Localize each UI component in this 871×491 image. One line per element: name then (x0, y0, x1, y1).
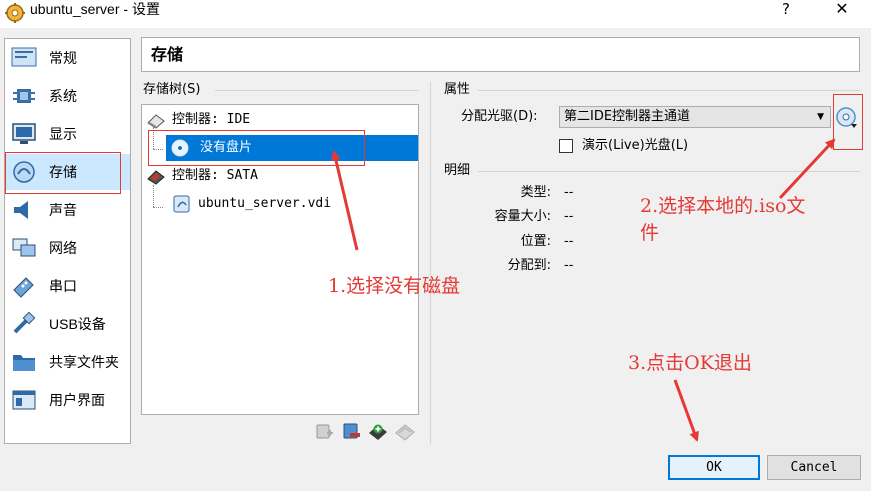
annotation-step-3: 3.点击OK退出 (628, 352, 752, 374)
info-attached-to-value: -- (564, 258, 574, 273)
tree-item-empty-optical-drive[interactable]: 没有盘片 (166, 135, 418, 161)
separator (478, 90, 860, 91)
sidebar-item-label: 共享文件夹 (49, 354, 119, 370)
sidebar-item-shared-folders[interactable]: 共享文件夹 (5, 344, 130, 380)
sidebar-item-network[interactable]: 网络 (5, 230, 130, 266)
chevron-down-icon: ▼ (817, 112, 824, 122)
live-cd-label[interactable]: 演示(Live)光盘(L) (582, 137, 688, 155)
sidebar-item-user-interface[interactable]: 用户界面 (5, 382, 130, 418)
sidebar-item-label: USB设备 (49, 316, 106, 332)
tree-connector (153, 149, 163, 150)
storage-icon (13, 161, 35, 183)
optical-drive-select[interactable]: 第二IDE控制器主通道 ▼ (559, 106, 831, 128)
usb-icon (13, 312, 36, 334)
sidebar-item-general[interactable]: 常规 (5, 40, 130, 76)
sidebar-item-label: 常规 (49, 50, 77, 66)
choose-disk-file-button[interactable] (835, 106, 859, 130)
tree-item-label: 控制器: SATA (172, 168, 258, 183)
sidebar-item-label: 用户界面 (49, 392, 105, 408)
sata-controller-icon (147, 170, 165, 185)
page-title: 存储 (151, 45, 184, 64)
sidebar-item-label: 系统 (49, 88, 77, 104)
separator (478, 171, 860, 172)
serial-port-icon (13, 277, 34, 298)
general-icon (11, 47, 37, 67)
close-button[interactable]: ✕ (822, 0, 862, 18)
optical-disc-icon (171, 139, 189, 157)
sidebar-item-system[interactable]: 系统 (5, 78, 130, 114)
shared-folder-icon (13, 355, 35, 371)
display-icon (12, 123, 36, 144)
title-bar: ubuntu_server - 设置 ? ✕ (0, 0, 871, 28)
info-location-value: -- (564, 234, 574, 249)
sidebar-item-serial-port[interactable]: 串口 (5, 268, 130, 304)
annotation-step-2-line-2: 件 (640, 222, 660, 244)
sidebar-item-label: 存储 (49, 164, 77, 180)
info-size-label: 容量大小: (494, 209, 551, 224)
user-interface-icon (12, 390, 36, 410)
ide-controller-icon (147, 114, 165, 129)
sidebar-item-label: 串口 (49, 278, 77, 294)
storage-tree[interactable]: 控制器: IDE 没有盘片 控制器: SATA ubuntu_server.vd… (141, 104, 419, 415)
tree-connector (153, 207, 163, 208)
settings-sidebar: 常规 系统 显示 存储 声音 网络 串口 USB设备 共享文件夹 用户界面 (4, 38, 131, 444)
remove-controller-icon[interactable] (395, 421, 415, 441)
tree-item-hard-disk[interactable]: ubuntu_server.vdi (172, 191, 416, 217)
properties-label: 属性 (444, 82, 471, 97)
annotation-step-2-line-1: 2.选择本地的.iso文 (640, 195, 806, 217)
tree-item-label: 没有盘片 (200, 140, 253, 155)
window-title: ubuntu_server - 设置 (30, 1, 160, 17)
remove-attachment-icon[interactable] (341, 421, 361, 441)
cancel-button[interactable]: Cancel (767, 455, 861, 480)
add-attachment-icon[interactable] (314, 421, 334, 441)
audio-icon (14, 201, 28, 219)
help-button[interactable]: ? (766, 0, 806, 18)
add-controller-icon[interactable] (368, 421, 388, 441)
sidebar-item-storage[interactable]: 存储 (5, 154, 130, 190)
info-type-value: -- (564, 185, 574, 200)
sidebar-item-label: 声音 (49, 202, 77, 218)
system-icon (13, 89, 35, 103)
storage-tree-label: 存储树(S) (143, 82, 201, 97)
optical-drive-value: 第二IDE控制器主通道 (564, 109, 691, 124)
tree-item-label: ubuntu_server.vdi (198, 196, 332, 211)
sidebar-item-label: 网络 (49, 240, 77, 256)
info-location-label: 位置: (520, 234, 551, 249)
network-icon (12, 238, 36, 257)
tree-item-label: 控制器: IDE (172, 112, 251, 127)
tree-item-sata-controller[interactable]: 控制器: SATA (146, 163, 416, 189)
info-size-value: -- (564, 209, 574, 224)
sidebar-item-usb[interactable]: USB设备 (5, 306, 130, 342)
separator (215, 90, 419, 91)
ok-button[interactable]: OK (668, 455, 760, 480)
optical-drive-label: 分配光驱(D): (461, 109, 538, 124)
arrow-step-2 (778, 138, 836, 200)
sidebar-item-audio[interactable]: 声音 (5, 192, 130, 228)
live-cd-checkbox[interactable] (559, 139, 573, 153)
page-header: 存储 (141, 37, 860, 72)
tree-item-ide-controller[interactable]: 控制器: IDE (146, 107, 416, 133)
virtualbox-settings-icon (5, 3, 25, 23)
sidebar-item-display[interactable]: 显示 (5, 116, 130, 152)
info-type-label: 类型: (520, 185, 551, 200)
sidebar-item-label: 显示 (49, 126, 77, 142)
information-label: 明细 (444, 163, 471, 178)
annotation-step-1: 1.选择没有磁盘 (328, 275, 461, 297)
arrow-step-3 (673, 379, 699, 442)
hard-disk-icon (173, 195, 190, 213)
